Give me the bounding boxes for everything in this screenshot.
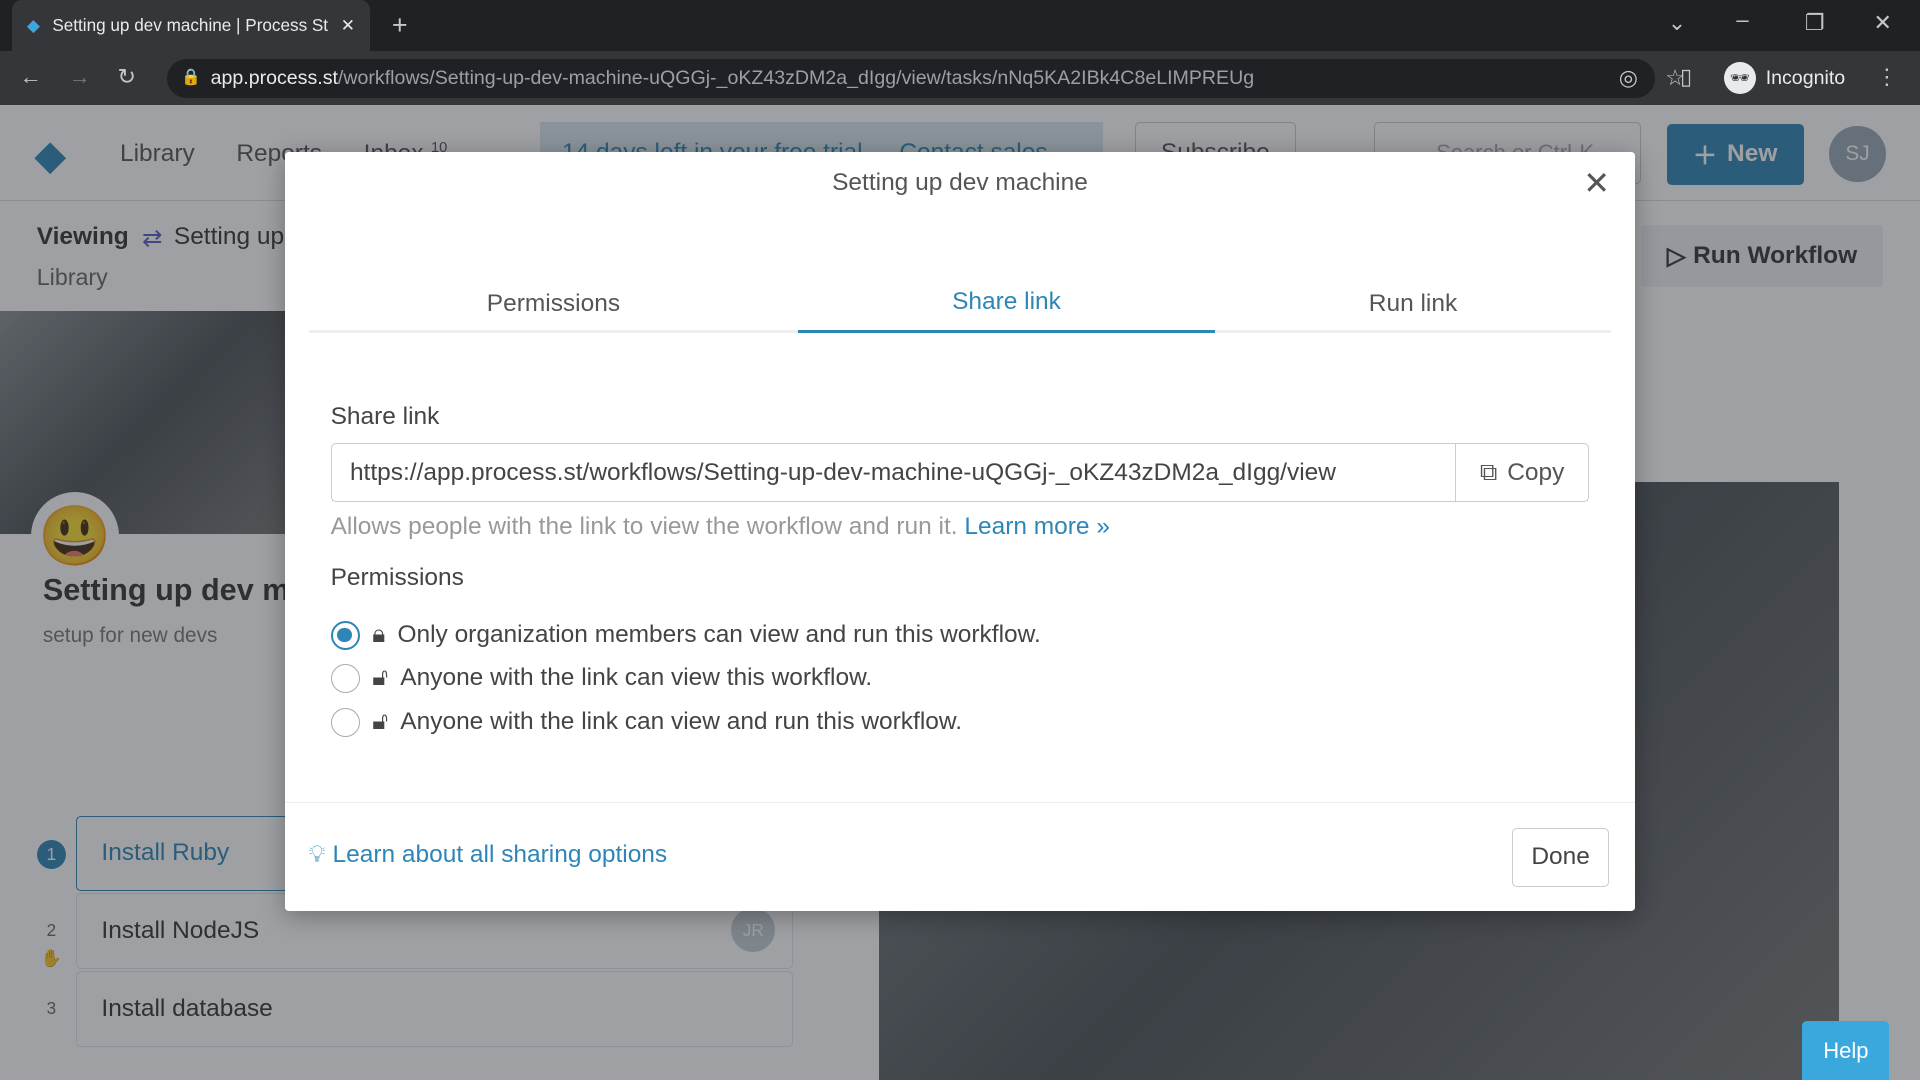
- restore-icon[interactable]: ❐: [1805, 10, 1825, 36]
- modal-title: Setting up dev machine: [832, 168, 1088, 196]
- close-window-icon[interactable]: ✕: [1873, 10, 1891, 36]
- option-anyone-view[interactable]: 🔓︎ Anyone with the link can view this wor…: [330, 663, 872, 694]
- eye-off-icon[interactable]: ◎: [1619, 65, 1638, 91]
- copy-button[interactable]: ⧉ Copy: [1454, 444, 1588, 502]
- new-tab-icon[interactable]: +: [392, 10, 408, 41]
- back-icon[interactable]: ←: [20, 64, 42, 90]
- divider: [285, 802, 1635, 804]
- side-panel-icon[interactable]: ▯: [1680, 64, 1692, 90]
- radio[interactable]: [330, 707, 360, 738]
- radio-selected[interactable]: [330, 620, 360, 651]
- radio[interactable]: [330, 663, 360, 694]
- permissions-label: Permissions: [330, 564, 464, 592]
- lightbulb-icon: 💡︎: [308, 841, 326, 869]
- share-link-help: Allows people with the link to view the …: [330, 513, 1110, 541]
- forward-icon[interactable]: →: [69, 64, 91, 90]
- process-street-logo-icon: ◆: [26, 15, 41, 36]
- learn-more-link[interactable]: Learn more »: [964, 513, 1110, 540]
- incognito-badge[interactable]: 🕶 Incognito: [1724, 62, 1845, 95]
- share-link-field: https://app.process.st/workflows/Setting…: [330, 443, 1590, 503]
- unlock-icon: 🔓︎: [372, 664, 389, 692]
- help-button[interactable]: Help: [1802, 1021, 1890, 1080]
- tab-run-link[interactable]: Run link: [1215, 274, 1612, 333]
- menu-icon[interactable]: ⋮: [1876, 64, 1898, 90]
- lock-icon: 🔒︎: [372, 621, 386, 649]
- share-link-label: Share link: [330, 402, 440, 430]
- browser-tab[interactable]: ◆ Setting up dev machine | Process Stree…: [12, 0, 370, 52]
- done-button[interactable]: Done: [1512, 827, 1609, 887]
- learn-sharing-link[interactable]: 💡︎ Learn about all sharing options: [309, 841, 668, 869]
- share-link-input[interactable]: https://app.process.st/workflows/Setting…: [332, 444, 1455, 501]
- tab-search-icon[interactable]: ⌄: [1668, 10, 1686, 36]
- tab-share-link[interactable]: Share link: [798, 274, 1215, 334]
- modal-tabs: Permissions Share link Run link: [308, 274, 1612, 334]
- option-anyone-view-run[interactable]: 🔓︎ Anyone with the link can view and run …: [330, 707, 962, 738]
- option-org-members[interactable]: 🔒︎ Only organization members can view and…: [330, 620, 1041, 651]
- close-icon[interactable]: ✕: [1583, 164, 1610, 202]
- lock-icon: 🔒: [181, 69, 202, 87]
- address-bar[interactable]: 🔒 app.process.st/workflows/Setting-up-de…: [166, 58, 1685, 98]
- reload-icon[interactable]: ↻: [118, 64, 136, 90]
- copy-icon: ⧉: [1479, 458, 1498, 486]
- browser-tab-bar: ◆ Setting up dev machine | Process Stree…: [0, 0, 1920, 52]
- incognito-icon: 🕶: [1724, 62, 1756, 95]
- minimize-icon[interactable]: –: [1736, 7, 1748, 33]
- share-modal: Setting up dev machine ✕ Permissions Sha…: [285, 151, 1635, 911]
- close-tab-icon[interactable]: ✕: [341, 15, 355, 36]
- unlock-icon: 🔓︎: [372, 708, 389, 736]
- tab-permissions[interactable]: Permissions: [309, 274, 799, 333]
